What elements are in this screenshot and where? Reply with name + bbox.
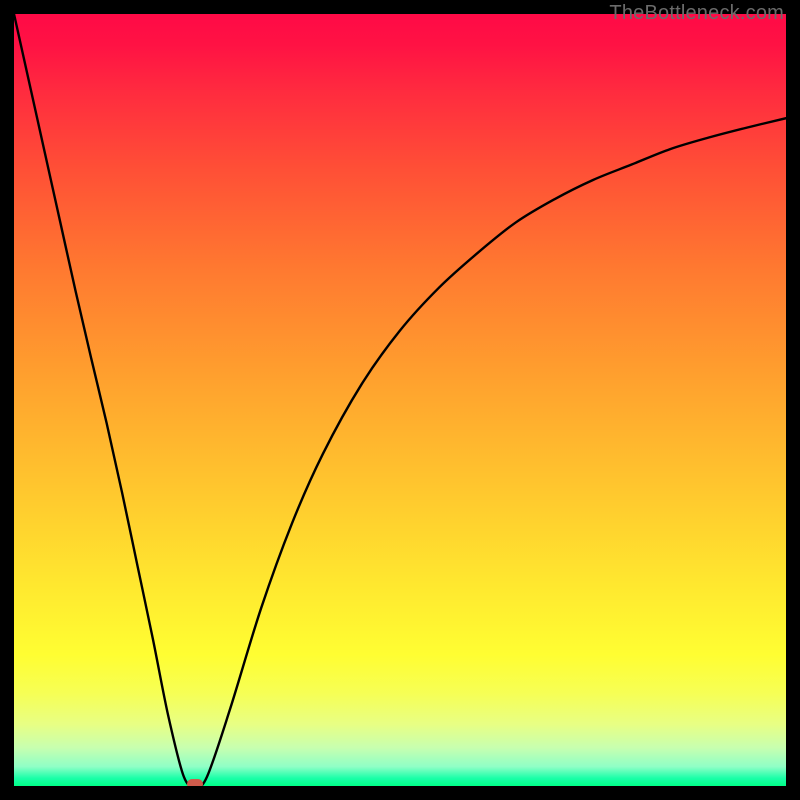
bottleneck-curve xyxy=(14,14,786,786)
plot-area xyxy=(14,14,786,786)
chart-frame: TheBottleneck.com xyxy=(0,0,800,800)
watermark-text: TheBottleneck.com xyxy=(609,2,784,25)
curve-layer xyxy=(14,14,786,786)
optimum-marker xyxy=(187,779,203,786)
